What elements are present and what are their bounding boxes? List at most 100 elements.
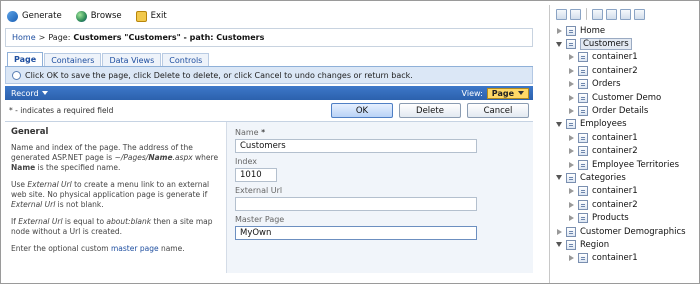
expanded-arrow-icon[interactable]	[556, 121, 562, 127]
generate-button[interactable]: Generate	[7, 10, 62, 22]
tree-node[interactable]: Order Details	[550, 104, 697, 117]
tree-node[interactable]: Customer Demo	[550, 91, 697, 104]
expanded-arrow-icon[interactable]	[556, 242, 562, 248]
collapsed-arrow-icon[interactable]	[569, 215, 574, 222]
expanded-arrow-icon[interactable]	[556, 175, 562, 181]
tree-node[interactable]: container2	[550, 64, 697, 77]
breadcrumb-home-link[interactable]: Home	[12, 33, 36, 42]
tree-node[interactable]: container2	[550, 145, 697, 158]
tab-page[interactable]: Page	[7, 52, 44, 66]
tree-node-label: Customer Demo	[592, 92, 662, 103]
name-input[interactable]: Customers	[235, 139, 477, 153]
tree-node[interactable]: Orders	[550, 78, 697, 91]
settings-icon[interactable]	[556, 8, 567, 20]
breadcrumb-prefix: Page:	[48, 33, 71, 42]
tree-node[interactable]: Employees	[550, 118, 697, 131]
collapsed-arrow-icon[interactable]	[569, 148, 574, 155]
breadcrumb: Home > Page: Customers "Customers" - pat…	[5, 28, 533, 47]
instruction-bar: Click OK to save the page, click Delete …	[5, 67, 533, 84]
exit-icon	[135, 10, 147, 22]
page-icon	[578, 106, 588, 117]
tree-node-label: container1	[592, 132, 638, 143]
description-paragraph-2: Use External Url to create a menu link t…	[11, 180, 210, 209]
collapsed-arrow-icon[interactable]	[557, 228, 562, 235]
record-menu[interactable]: Record	[11, 89, 48, 98]
collapsed-arrow-icon[interactable]	[557, 27, 562, 34]
page-icon	[578, 159, 588, 170]
collapsed-arrow-icon[interactable]	[569, 255, 574, 262]
exit-button[interactable]: Exit	[135, 10, 167, 22]
collapsed-arrow-icon[interactable]	[569, 134, 574, 141]
tree-node[interactable]: container1	[550, 252, 697, 265]
required-field-note: * - indicates a required field	[9, 106, 114, 115]
collapsed-arrow-icon[interactable]	[569, 108, 574, 115]
refresh-icon[interactable]	[570, 8, 581, 20]
page-icon	[578, 253, 588, 264]
project-explorer: Home Customers container1 container2 Orders C…	[549, 5, 697, 283]
tree-node[interactable]: container1	[550, 185, 697, 198]
chevron-down-icon	[518, 91, 524, 95]
tree-node[interactable]: Region	[550, 238, 697, 251]
tree-node-label: Order Details	[592, 106, 649, 117]
tree-node[interactable]: Products	[550, 211, 697, 224]
external-url-field-group: External Url	[235, 186, 525, 211]
new-page-icon[interactable]	[592, 8, 603, 20]
tree-node-label: Region	[580, 239, 610, 250]
collapsed-arrow-icon[interactable]	[569, 188, 574, 195]
tree-node[interactable]: Customers	[550, 37, 697, 51]
globe-icon	[75, 10, 87, 22]
form-body: General Name and index of the page. The …	[5, 122, 533, 273]
folder-open-icon[interactable]	[634, 8, 645, 20]
collapsed-arrow-icon[interactable]	[569, 94, 574, 101]
breadcrumb-title: Customers "Customers" - path: Customers	[73, 33, 265, 42]
collapsed-arrow-icon[interactable]	[569, 67, 574, 74]
page-icon	[566, 239, 576, 250]
list-icon[interactable]	[606, 8, 617, 20]
master-page-link[interactable]: master page	[111, 244, 159, 253]
cancel-button[interactable]: Cancel	[467, 103, 529, 118]
external-url-input[interactable]	[235, 197, 477, 211]
window-frame: Generate Browse Exit Home > Page: Custom…	[0, 0, 700, 284]
name-label: Name *	[235, 128, 266, 137]
collapsed-arrow-icon[interactable]	[569, 54, 574, 61]
master-page-input[interactable]: MyOwn	[235, 226, 477, 240]
tree-node-label: container1	[592, 253, 638, 264]
info-icon	[12, 70, 21, 80]
tree-node-label: Products	[592, 213, 629, 224]
tree-node-label: Home	[580, 25, 606, 36]
tree-node[interactable]: container2	[550, 198, 697, 211]
browse-button[interactable]: Browse	[75, 10, 122, 22]
designer-pane: Generate Browse Exit Home > Page: Custom…	[5, 5, 533, 283]
tree-node[interactable]: Customer Demographics	[550, 225, 697, 238]
collapsed-arrow-icon[interactable]	[569, 161, 574, 168]
collapsed-arrow-icon[interactable]	[569, 201, 574, 208]
tab-data-views[interactable]: Data Views	[102, 53, 162, 66]
tab-containers[interactable]: Containers	[44, 53, 102, 66]
page-icon	[566, 25, 576, 36]
page-icon	[566, 39, 576, 50]
tree-node[interactable]: Home	[550, 24, 697, 37]
tree-node[interactable]: Employee Territories	[550, 158, 697, 171]
tree-node[interactable]: container1	[550, 51, 697, 64]
tree-node[interactable]: Categories	[550, 171, 697, 184]
form-action-bar: * - indicates a required field OK Delete…	[5, 100, 533, 122]
index-input[interactable]: 1010	[235, 168, 277, 182]
exit-label: Exit	[150, 11, 167, 21]
view-selector-value: Page	[491, 88, 514, 98]
tree-node[interactable]: container1	[550, 131, 697, 144]
expanded-arrow-icon[interactable]	[556, 41, 562, 47]
form-fields: Name * Customers Index 1010 External Url…	[227, 122, 533, 273]
index-field-group: Index 1010	[235, 157, 525, 182]
tree-node-label: Employees	[580, 119, 627, 130]
master-page-field-group: Master Page MyOwn	[235, 215, 525, 240]
breadcrumb-separator: >	[38, 33, 46, 42]
view-selector[interactable]: Page	[486, 87, 529, 99]
master-page-label: Master Page	[235, 215, 285, 224]
collapsed-arrow-icon[interactable]	[569, 81, 574, 88]
delete-button[interactable]: Delete	[399, 103, 461, 118]
folder-icon[interactable]	[620, 8, 631, 20]
page-icon	[578, 132, 588, 143]
tab-controls[interactable]: Controls	[162, 53, 210, 66]
external-url-label: External Url	[235, 186, 283, 195]
ok-button[interactable]: OK	[331, 103, 393, 118]
